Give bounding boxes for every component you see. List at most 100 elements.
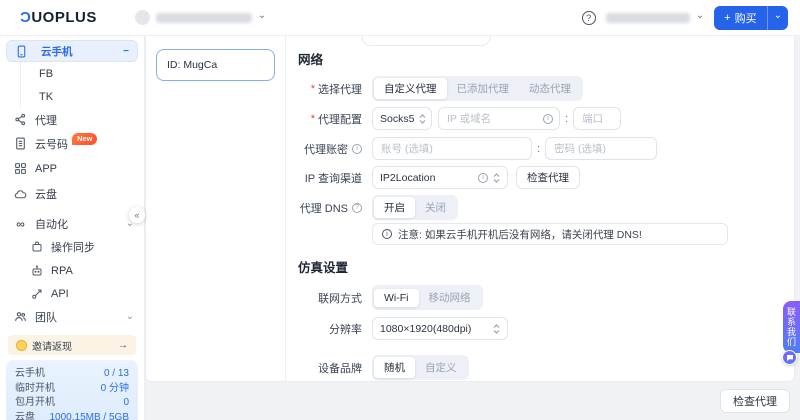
ip-channel-label: IP 查询渠道: [298, 170, 362, 186]
grid-icon: [14, 162, 27, 175]
proxy-config-label: * 代理配置: [298, 111, 362, 127]
cloud-icon: [14, 188, 27, 201]
required-asterisk: *: [311, 83, 315, 95]
sidebar-item-label: RPA: [51, 265, 73, 277]
help-icon[interactable]: ?: [582, 11, 596, 25]
sidebar-item-label: FB: [39, 68, 53, 80]
new-badge: New: [72, 133, 97, 145]
required-asterisk: *: [311, 113, 315, 125]
phone-id: ID: MugCa: [167, 59, 217, 71]
sidebar-item-cloud-number[interactable]: 云号码 New: [0, 131, 144, 156]
main-area: ID: MugCa 网络 * 选择代理 自定义代理 已添加代理 动态代理: [145, 36, 800, 420]
infinity-icon: ∞: [14, 217, 27, 230]
quota-label: 包月开机: [15, 396, 55, 411]
proxy-password-input[interactable]: [545, 137, 657, 160]
quota-panel: 云手机 0 / 13 临时开机 0 分钟 包月开机 0 云盘 1000.15MB…: [6, 360, 138, 420]
phone-card[interactable]: ID: MugCa: [156, 49, 275, 81]
ip-input[interactable]: [438, 107, 560, 130]
sidebar-item-automation[interactable]: ∞ 自动化 ⌄: [0, 212, 144, 235]
info-icon: i: [352, 144, 362, 154]
quota-row: 包月开机 0: [15, 396, 129, 411]
proxy-username-input[interactable]: [372, 137, 532, 160]
sidebar-item-label: 代理: [35, 112, 57, 128]
brand-random[interactable]: 随机: [374, 357, 415, 378]
net-mode-cellular[interactable]: 移动网络: [419, 287, 481, 308]
account-selector[interactable]: ⌄: [606, 13, 704, 23]
bag-icon: [30, 241, 43, 254]
sidebar-item-cloud-drive[interactable]: 云盘: [0, 181, 144, 207]
colon-separator: :: [537, 143, 540, 155]
buy-dropdown-button[interactable]: ⌄: [767, 6, 788, 30]
updown-icon: [493, 324, 500, 334]
brand-segmented: 随机 自定义: [372, 355, 469, 380]
dns-segmented: 开启 关闭: [372, 195, 458, 220]
chat-icon[interactable]: [782, 350, 797, 365]
top-header: ƆUOPLUS ⌄ ? ⌄ + 购买 ⌄: [0, 0, 800, 36]
sidebar-item-label: API: [51, 288, 69, 300]
question-icon: ?: [352, 203, 362, 213]
dns-off[interactable]: 关闭: [415, 197, 456, 218]
select-proxy-label: * 选择代理: [298, 81, 362, 97]
sim-card-icon: [14, 137, 27, 150]
sidebar-item-operation-sync[interactable]: 操作同步: [0, 235, 144, 259]
logo-d: Ɔ: [20, 9, 31, 26]
quota-value: 0: [123, 396, 129, 411]
minus-icon: −: [123, 46, 129, 57]
ip-channel-select[interactable]: IP2Location i: [372, 166, 508, 189]
team-icon: [14, 310, 27, 323]
sidebar-item-label: 云盘: [35, 186, 57, 202]
arrow-right-icon: →: [118, 340, 128, 351]
buy-label: 购买: [735, 10, 757, 26]
protocol-select[interactable]: Socks5: [372, 107, 432, 130]
robot-icon: [30, 264, 43, 277]
sidebar-item-label: 自动化: [35, 216, 68, 232]
footer-check-proxy-button[interactable]: 检查代理: [720, 389, 790, 413]
chevron-down-icon: ⌄: [774, 11, 782, 21]
plug-icon: [30, 287, 43, 300]
workspace-avatar: [135, 10, 150, 25]
sidebar-item-rpa[interactable]: RPA: [0, 259, 144, 282]
phone-list-panel: ID: MugCa: [146, 36, 286, 381]
sidebar-item-team[interactable]: 团队 ⌄: [0, 305, 144, 328]
proxy-type-custom[interactable]: 自定义代理: [374, 78, 447, 99]
proxy-type-segmented: 自定义代理 已添加代理 动态代理: [372, 76, 583, 101]
workspace-selector[interactable]: ⌄: [135, 10, 266, 25]
quota-row: 云盘 1000.15MB / 5GB: [15, 411, 129, 420]
info-icon: i: [543, 114, 553, 124]
duoplus-logo: ƆUOPLUS: [20, 9, 97, 26]
info-icon: i: [478, 173, 488, 183]
contact-us-tab[interactable]: 联系我们: [783, 301, 800, 353]
sidebar-item-api[interactable]: API: [0, 282, 144, 305]
sidebar-item-label: APP: [35, 163, 57, 175]
sidebar: 云手机 − FB TK 代理 云号码 New APP 云盘 ∞: [0, 36, 145, 420]
sidebar-item-label: 云号码: [35, 136, 68, 152]
sidebar-item-proxy[interactable]: 代理: [0, 108, 144, 131]
sidebar-item-label: TK: [39, 91, 53, 103]
sidebar-collapse-button[interactable]: «: [129, 207, 145, 223]
settings-form: 网络 * 选择代理 自定义代理 已添加代理 动态代理 * 代理配置: [286, 36, 794, 381]
dns-on[interactable]: 开启: [374, 197, 415, 218]
sidebar-item-cloud-phone[interactable]: 云手机 −: [6, 40, 138, 62]
plus-icon: +: [724, 12, 730, 24]
quota-row: 临时开机 0 分钟: [15, 382, 129, 397]
quota-row: 云手机 0 / 13: [15, 367, 129, 382]
workspace-name-redacted: [156, 13, 252, 23]
invite-cashback-button[interactable]: 邀请返现 →: [8, 335, 136, 355]
sidebar-item-fb[interactable]: FB: [21, 62, 144, 85]
proxy-auth-label: 代理账密 i: [298, 141, 362, 157]
net-mode-wifi[interactable]: Wi-Fi: [374, 289, 419, 307]
check-proxy-button[interactable]: 检查代理: [516, 166, 580, 189]
quota-label: 临时开机: [15, 382, 55, 397]
sidebar-item-app[interactable]: APP: [0, 156, 144, 181]
brand-custom[interactable]: 自定义: [415, 357, 467, 378]
buy-button[interactable]: + 购买: [714, 6, 766, 30]
port-input[interactable]: [573, 107, 621, 130]
chevron-down-icon: ⌄: [258, 11, 266, 21]
resolution-select[interactable]: 1080×1920(480dpi): [372, 317, 508, 340]
proxy-type-added[interactable]: 已添加代理: [447, 78, 520, 99]
scrolled-input-partial[interactable]: [361, 36, 491, 46]
net-mode-label: 联网方式: [298, 290, 362, 306]
buy-split-button[interactable]: + 购买 ⌄: [714, 6, 788, 30]
sidebar-item-tk[interactable]: TK: [21, 85, 144, 108]
proxy-type-dynamic[interactable]: 动态代理: [519, 78, 581, 99]
